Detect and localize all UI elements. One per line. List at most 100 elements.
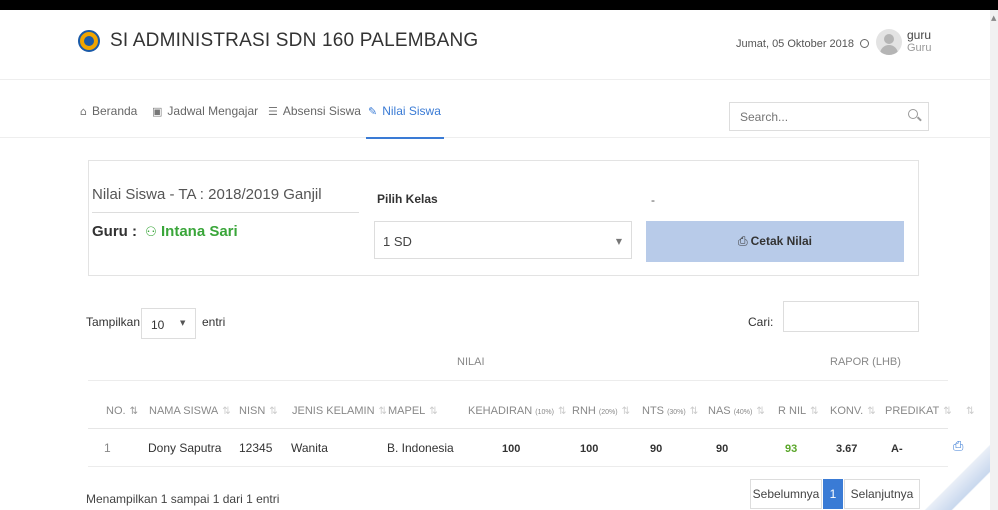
entries-value: 10	[151, 318, 165, 332]
col-header-weight: (30%)	[667, 409, 686, 416]
col-header-mapel[interactable]: MAPEL ⇅	[388, 405, 438, 417]
sort-icon: ⇅	[557, 406, 567, 417]
group-header-nilai: NILAI	[457, 356, 485, 368]
date-label: Jumat, 05 Oktober 2018	[736, 38, 855, 50]
chevron-down-icon: ▼	[180, 319, 186, 327]
col-header-rnil[interactable]: R NIL ⇅	[778, 405, 819, 417]
col-header-predikat[interactable]: PREDIKAT ⇅	[885, 405, 952, 417]
col-header-label: JENIS KELAMIN	[292, 405, 375, 417]
filter-panel: Nilai Siswa - TA : 2018/2019 Ganjil Guru…	[88, 160, 919, 276]
print-row-icon[interactable]: ⎙	[953, 439, 963, 454]
cetak-nilai-button[interactable]: ⎙ Cetak Nilai	[646, 221, 904, 262]
cell-rnh: 100	[580, 443, 599, 455]
nav-item-label: Absensi Siswa	[282, 104, 361, 118]
col-header-label: KEHADIRAN	[468, 405, 533, 417]
database-icon: ☰	[268, 105, 278, 118]
col-header-label: NAMA SISWA	[149, 405, 219, 417]
cell-mapel: B. Indonesia	[387, 441, 454, 455]
search-icon[interactable]	[908, 109, 918, 119]
group-header-rapor: RAPOR (LHB)	[830, 356, 901, 368]
cell-jenis-kelamin: Wanita	[291, 441, 328, 455]
top-header: SI ADMINISTRASI SDN 160 PALEMBANG Jumat,…	[0, 10, 990, 80]
col-header-label: MAPEL	[388, 405, 426, 417]
guru-label: Guru :	[92, 223, 137, 240]
scrollbar[interactable]: ▲	[990, 10, 998, 510]
scroll-up-icon[interactable]: ▲	[991, 14, 996, 22]
nav-item-beranda[interactable]: ⌂ Beranda	[80, 104, 137, 118]
show-label: Tampilkan	[86, 315, 141, 329]
page-1-button[interactable]: 1	[823, 479, 843, 509]
calendar-icon: ▣	[152, 105, 163, 118]
divider	[88, 466, 948, 467]
col-header-nisn[interactable]: NISN ⇅	[239, 405, 278, 417]
divider	[88, 380, 948, 381]
sort-icon: ⇅	[810, 406, 819, 417]
nav-item-jadwal-mengajar[interactable]: ▣ Jadwal Mengajar	[152, 104, 258, 118]
sort-icon: ⇅	[756, 406, 765, 417]
col-header-weight: (20%)	[598, 409, 618, 416]
sort-icon: ⇅	[966, 406, 975, 417]
grades-icon: ✎	[368, 105, 378, 118]
table-info: Menampilkan 1 sampai 1 dari 1 entri	[86, 492, 280, 506]
col-header-nama[interactable]: NAMA SISWA ⇅	[149, 405, 231, 417]
col-header-jenis-kelamin[interactable]: JENIS KELAMIN ⇅	[292, 405, 387, 417]
nav-item-nilai-siswa[interactable]: ✎ Nilai Siswa	[368, 104, 441, 118]
page-title: Nilai Siswa - TA : 2018/2019 Ganjil	[92, 186, 322, 203]
dash-label: -	[651, 193, 655, 207]
app-title: SI ADMINISTRASI SDN 160 PALEMBANG	[110, 30, 479, 51]
school-logo-icon	[78, 30, 100, 52]
cari-label: Cari:	[748, 315, 774, 329]
current-date: Jumat, 05 Oktober 2018	[736, 38, 870, 50]
avatar[interactable]	[876, 29, 902, 55]
nav-item-label: Nilai Siswa	[382, 104, 441, 118]
guru-name: Intana Sari	[161, 223, 238, 240]
sort-icon: ⇅	[269, 406, 278, 417]
kelas-value: 1 SD	[383, 234, 412, 249]
col-header-label: NO.	[106, 405, 126, 417]
col-header-konv[interactable]: KONV. ⇅	[830, 405, 876, 417]
cell-nisn: 12345	[239, 441, 273, 455]
col-header-label: NISN	[239, 405, 266, 417]
home-icon: ⌂	[80, 105, 87, 118]
user-role: Guru	[907, 42, 932, 54]
table-search-input[interactable]	[783, 301, 919, 332]
nav-item-absensi-siswa[interactable]: ☰ Absensi Siswa	[268, 104, 361, 118]
active-tab-indicator	[366, 137, 444, 139]
nav-item-label: Jadwal Mengajar	[167, 104, 259, 118]
col-header-action[interactable]: ⇅	[962, 405, 974, 417]
kelas-label: Pilih Kelas	[377, 192, 438, 206]
prev-page-button[interactable]: Sebelumnya	[750, 479, 822, 509]
cell-nts: 90	[650, 443, 663, 455]
col-header-label: R NIL	[778, 405, 807, 417]
entries-select[interactable]: 10 ▼	[141, 308, 196, 339]
sort-icon: ⇅	[689, 406, 699, 417]
nav-item-label: Beranda	[91, 104, 138, 118]
cell-predikat: A-	[891, 443, 903, 455]
col-header-weight: (10%)	[535, 409, 554, 416]
search-input[interactable]	[730, 103, 890, 130]
col-header-rnh[interactable]: RNH (20%) ⇅	[572, 405, 630, 417]
sort-icon: ⇅	[222, 406, 231, 417]
sort-icon: ⇅	[378, 406, 387, 417]
user-name[interactable]: guru	[907, 28, 931, 42]
divider	[92, 212, 359, 213]
printer-icon: ⎙	[738, 234, 748, 248]
col-header-nts[interactable]: NTS (30%) ⇅	[642, 405, 698, 417]
col-header-nas[interactable]: NAS (40%) ⇅	[708, 405, 765, 417]
kelas-select[interactable]: 1 SD ▼	[374, 221, 632, 259]
col-header-no[interactable]: NO. ⇅	[106, 405, 138, 417]
next-page-button[interactable]: Selanjutnya	[844, 479, 920, 509]
cell-nama: Dony Saputra	[148, 441, 222, 455]
app-window: SI ADMINISTRASI SDN 160 PALEMBANG Jumat,…	[0, 10, 995, 510]
cell-no: 1	[104, 441, 111, 455]
cell-nas: 90	[716, 443, 729, 455]
divider	[88, 428, 948, 429]
col-header-kehadiran[interactable]: KEHADIRAN (10%) ⇅	[468, 405, 566, 417]
cell-rnil: 93	[785, 443, 798, 455]
cell-kehadiran: 100	[502, 443, 521, 455]
guru-info: Guru : ⚇ Intana Sari	[92, 223, 238, 240]
sort-icon: ⇅	[129, 406, 138, 417]
search-box	[729, 102, 929, 131]
col-header-weight: (40%)	[733, 409, 753, 416]
col-header-label: KONV.	[830, 405, 864, 417]
